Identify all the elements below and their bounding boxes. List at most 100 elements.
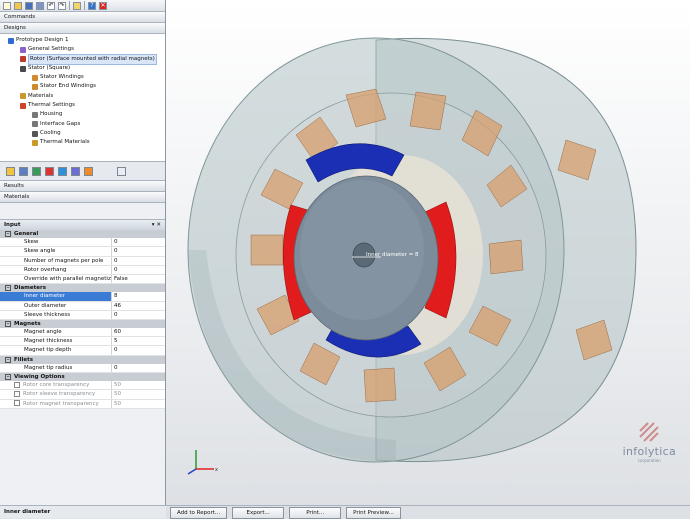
tree-node-label: Stator (Square) [28,64,71,71]
housing-icon [32,112,38,119]
design-tree[interactable]: Prototype Design 1 General Settings Rotor … [0,34,165,162]
tree-node[interactable]: Stator End Windings [0,82,165,91]
property-row[interactable]: Number of magnets per pole 0 [0,256,165,266]
sort-icon[interactable] [117,166,126,176]
redo-icon[interactable]: ↷ [58,1,66,10]
new-icon[interactable] [3,1,11,10]
tree-node[interactable]: Interface Gaps [0,120,165,129]
property-value-field[interactable]: 50 [112,381,165,389]
tree-node[interactable]: Prototype Design 1 [0,36,165,45]
category-label: Magnets [14,320,41,327]
checkbox[interactable] [14,390,20,397]
collapse-icon[interactable]: − [5,285,11,292]
property-value-field[interactable]: 50 [112,390,165,398]
property-row[interactable]: Skew 0 [0,238,165,248]
open-folder-icon[interactable] [14,1,22,10]
property-row[interactable]: Magnet thickness 5 [0,337,165,347]
3d-viewport[interactable]: Inner diameter = 8 infolytica corporatio… [166,0,690,505]
property-value-field[interactable]: 0 [112,311,165,319]
property-value-field[interactable]: False [112,275,165,283]
report-button[interactable]: Print... [289,506,342,519]
toolbar-separator [84,1,85,10]
property-row[interactable]: Rotor overhang 0 [0,265,165,275]
property-row[interactable]: Rotor magnet transparency 50 [0,399,165,409]
property-value-field[interactable]: 0 [112,364,165,372]
property-value-field[interactable]: 0 [112,247,165,255]
property-value-field[interactable]: 0 [112,266,165,274]
property-row[interactable]: Rotor core transparency 50 [0,381,165,391]
property-row[interactable]: Magnet angle 60 [0,328,165,338]
property-row[interactable]: Outer diameter 46 [0,301,165,311]
save-all-icon[interactable] [36,1,44,10]
close-icon[interactable]: ✕ [99,1,107,10]
property-grid[interactable]: − General Skew 0 Skew angle 0 Number of magnet… [0,230,165,409]
property-row[interactable]: Rotor sleeve transparency 50 [0,390,165,400]
property-key: Skew [0,238,112,247]
commands-label: Commands [4,14,36,20]
property-category[interactable]: − Diameters [0,284,165,293]
tree-node[interactable]: Stator (Square) [0,64,165,73]
property-key-label: Number of magnets per pole [24,257,104,264]
property-value-field[interactable]: 60 [112,328,165,336]
property-value-field[interactable]: 50 [112,400,165,408]
materials-bar[interactable]: Materials [0,192,165,203]
property-value-field[interactable]: 46 [112,302,165,310]
property-value-field[interactable]: 0 [112,346,165,354]
checkbox[interactable] [14,400,20,407]
property-value-field[interactable]: 0 [112,257,165,265]
save-icon[interactable] [25,1,33,10]
tree-node[interactable]: Rotor (Surface mounted with radial magne… [0,53,165,65]
report-button-bar: Add to Report... Export... Print... Print P… [166,505,690,519]
undo-icon[interactable]: ↶ [47,1,55,10]
compare-icon[interactable] [32,166,41,176]
checkbox[interactable] [14,381,20,388]
results-bar[interactable]: Results [0,181,165,192]
property-category[interactable]: − Viewing Options [0,373,165,382]
solve-icon[interactable] [71,166,80,176]
property-value-field[interactable]: 0 [112,238,165,246]
thermal-materials-icon [32,139,38,146]
property-value-field[interactable]: 5 [112,337,165,345]
duplicate-design-icon[interactable] [19,166,28,176]
tree-node[interactable]: Materials [0,92,165,101]
main-toolbar: ↶ ↷ ? ✕ [0,0,165,12]
property-row[interactable]: Magnet tip depth 0 [0,346,165,356]
property-row[interactable]: Inner diameter 8 [0,292,165,302]
properties-icon[interactable] [73,1,81,10]
description-title: Inner diameter [4,509,51,515]
results-icon[interactable] [84,166,93,176]
property-category[interactable]: − Fillets [0,355,165,364]
collapse-icon[interactable]: − [5,356,11,363]
tree-node[interactable]: Stator Windings [0,73,165,82]
property-category[interactable]: − General [0,230,165,239]
designs-bar[interactable]: Designs [0,23,165,34]
property-key-label: Sleeve thickness [24,311,71,318]
property-row[interactable]: Override with parallel magnetizationFals… [0,274,165,285]
tree-node[interactable]: Thermal Settings [0,101,165,110]
help-icon[interactable]: ? [88,1,96,10]
tree-node[interactable]: Thermal Materials [0,138,165,147]
logo-name: infolytica [622,445,676,458]
report-button[interactable]: Print Preview... [346,506,401,519]
report-button[interactable]: Export... [232,506,285,519]
property-value-field[interactable]: 8 [112,292,165,300]
export-design-icon[interactable] [58,166,67,176]
property-row[interactable]: Sleeve thickness 0 [0,310,165,320]
property-category[interactable]: − Magnets [0,319,165,329]
axis-triad-icon: x [187,450,218,475]
tree-node[interactable]: Cooling [0,129,165,138]
motor-3d-view[interactable]: Inner diameter = 8 [166,0,690,505]
end-windings-icon [32,84,38,91]
collapse-icon[interactable]: − [5,374,11,381]
property-row[interactable]: Skew angle 0 [0,247,165,257]
collapse-icon[interactable]: − [5,231,11,238]
delete-icon[interactable] [45,166,54,176]
input-controls[interactable]: ▾ ✕ [152,222,161,228]
commands-bar[interactable]: Commands [0,12,165,23]
report-button[interactable]: Add to Report... [170,506,228,519]
property-row[interactable]: Magnet tip radius 0 [0,363,165,373]
tree-node[interactable]: Housing [0,110,165,119]
tree-node-label: Interface Gaps [40,120,81,127]
collapse-icon[interactable]: − [5,320,11,327]
new-design-icon[interactable] [6,166,15,176]
